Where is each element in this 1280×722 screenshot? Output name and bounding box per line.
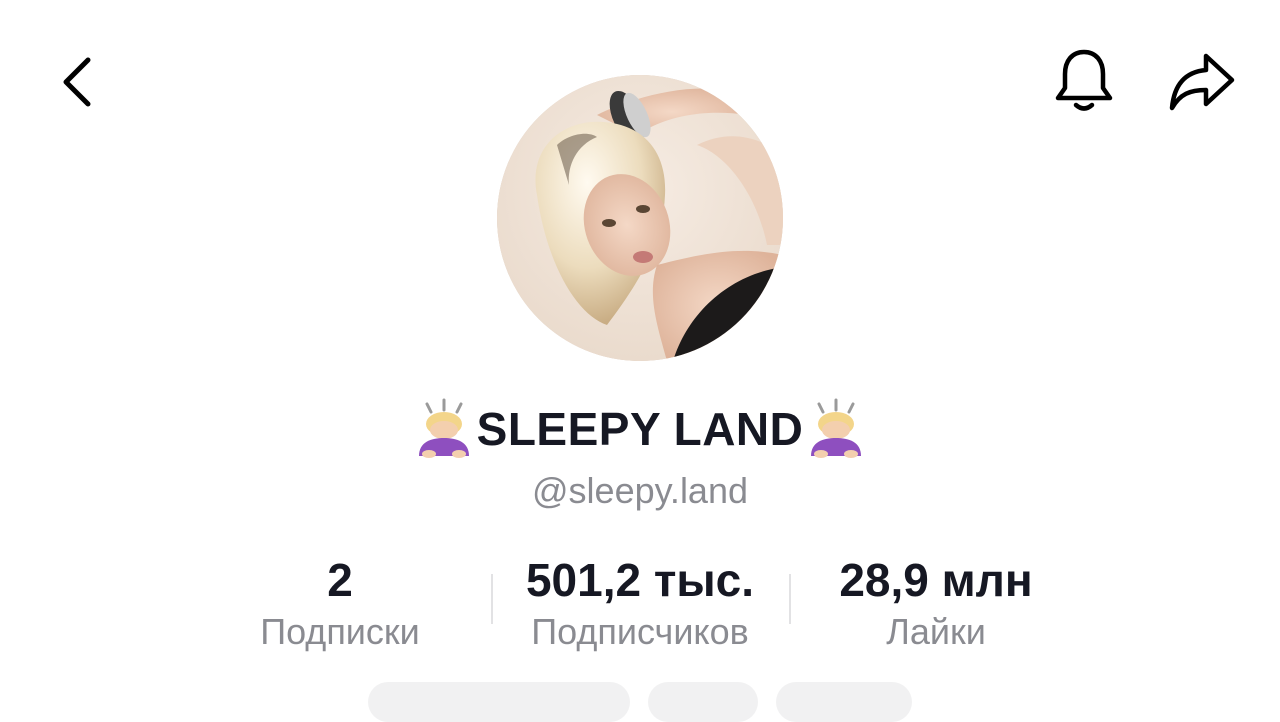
- back-button[interactable]: [46, 44, 110, 120]
- action-button-partial[interactable]: [368, 682, 630, 722]
- stat-divider: [789, 574, 791, 624]
- stat-divider: [491, 574, 493, 624]
- action-button-partial[interactable]: [648, 682, 758, 722]
- chevron-left-icon: [63, 57, 91, 107]
- stat-following-label: Подписки: [260, 611, 420, 652]
- bell-icon: [1055, 49, 1113, 111]
- stat-followers[interactable]: 501,2 тыс. Подписчиков: [500, 552, 780, 656]
- share-arrow-icon: [1169, 53, 1235, 111]
- profile-avatar[interactable]: [497, 75, 783, 361]
- avatar-photo: [497, 75, 783, 361]
- stat-following[interactable]: 2 Подписки: [240, 552, 440, 656]
- action-button-partial[interactable]: [776, 682, 912, 722]
- stat-likes-value: 28,9 млн: [839, 554, 1033, 606]
- bowing-woman-emoji-right: [805, 398, 867, 460]
- profile-username: @sleepy.land: [532, 470, 748, 511]
- stat-followers-label: Подписчиков: [531, 611, 749, 652]
- profile-display-name: SLEEPY LAND: [0, 396, 1280, 462]
- notification-bell-button[interactable]: [1046, 40, 1122, 124]
- stat-followers-value: 501,2 тыс.: [525, 554, 755, 606]
- display-name-text: SLEEPY LAND: [476, 403, 804, 455]
- bowing-woman-emoji-left: [413, 398, 475, 460]
- stat-following-value: 2: [327, 554, 353, 606]
- stat-likes-label: Лайки: [886, 611, 986, 652]
- stat-likes[interactable]: 28,9 млн Лайки: [800, 552, 1072, 656]
- share-button[interactable]: [1160, 44, 1244, 120]
